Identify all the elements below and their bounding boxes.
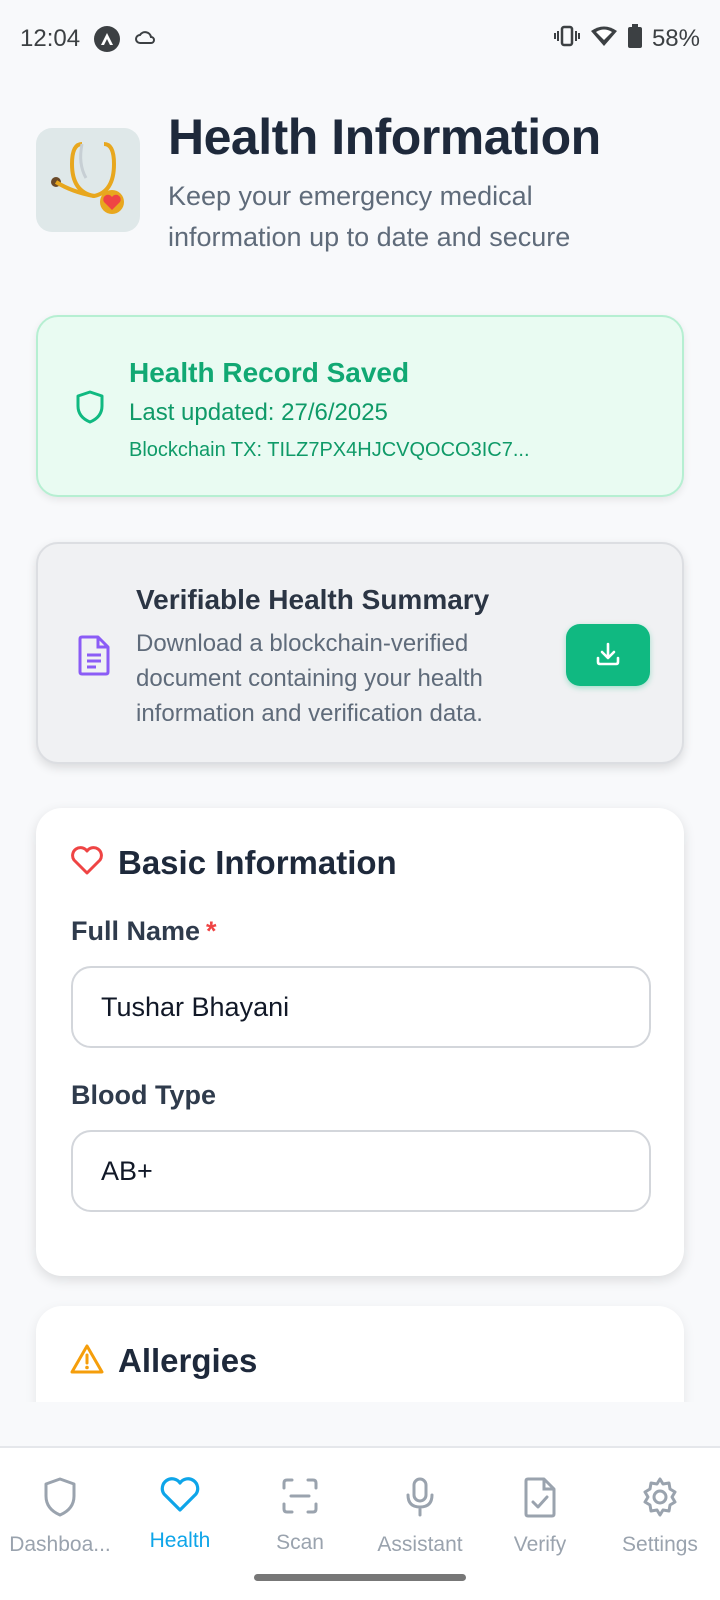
home-indicator[interactable] xyxy=(254,1574,466,1581)
nav-label-assistant: Assistant xyxy=(377,1533,463,1556)
summary-description: Download a blockchain-verified document … xyxy=(136,630,483,727)
last-updated: Last updated: 27/6/2025 xyxy=(129,399,388,426)
allergies-header: Allergies xyxy=(70,1342,257,1380)
nav-item-health[interactable]: Health xyxy=(120,1448,240,1600)
nav-item-verify[interactable]: Verify xyxy=(480,1448,600,1600)
allergies-title: Allergies xyxy=(118,1342,258,1379)
required-asterisk: * xyxy=(206,916,217,946)
battery-percent: 58% xyxy=(651,25,700,52)
nav-item-settings[interactable]: Settings xyxy=(600,1448,720,1600)
shield-icon xyxy=(41,1476,79,1523)
gear-icon xyxy=(639,1476,681,1523)
scan-icon xyxy=(280,1476,320,1521)
page-subtitle: Keep your emergency medical information … xyxy=(168,181,571,252)
nav-item-dashboard[interactable]: Dashboa... xyxy=(0,1448,120,1600)
wifi-icon xyxy=(590,25,618,54)
nav-label-verify: Verify xyxy=(513,1533,567,1556)
heart-icon xyxy=(70,845,104,881)
status-time: 12:04 xyxy=(20,25,81,52)
scroll-clip xyxy=(0,1402,720,1446)
app-notification-icon xyxy=(94,26,121,52)
mic-icon xyxy=(402,1476,438,1523)
record-saved-banner: Health Record Saved Last updated: 27/6/2… xyxy=(36,315,684,497)
file-check-icon xyxy=(522,1476,558,1523)
shield-icon xyxy=(74,389,106,430)
nav-label-scan: Scan xyxy=(276,1531,324,1554)
full-name-label: Full Name * xyxy=(71,916,217,947)
summary-title: Verifiable Health Summary xyxy=(136,584,490,615)
heart-icon xyxy=(159,1476,201,1519)
download-icon xyxy=(595,641,621,670)
blood-type-label: Blood Type xyxy=(71,1080,216,1110)
status-bar: 12:04 58% xyxy=(0,0,720,78)
cloud-icon xyxy=(134,25,156,53)
stethoscope-image xyxy=(36,128,140,232)
battery-icon xyxy=(627,23,642,55)
vibrate-icon xyxy=(553,25,580,54)
document-icon xyxy=(76,634,112,681)
basic-info-title: Basic Information xyxy=(118,844,397,881)
nav-label-dashboard: Dashboa... xyxy=(9,1533,111,1556)
blockchain-tx: Blockchain TX: TILZ7PX4HJCVQOCO3IC7... xyxy=(129,439,530,461)
page-header: Health Information Keep your emergency m… xyxy=(36,108,686,258)
blood-type-input[interactable] xyxy=(71,1130,651,1212)
saved-title: Health Record Saved xyxy=(129,357,410,388)
page-title: Health Information xyxy=(168,109,601,165)
nav-label-settings: Settings xyxy=(622,1533,698,1556)
basic-information-card: Basic Information Full Name* Blood Type xyxy=(36,808,684,1276)
full-name-label-text: Full Name xyxy=(71,916,201,946)
warning-icon xyxy=(70,1343,104,1380)
basic-info-header: Basic Information xyxy=(70,844,397,882)
download-summary-button[interactable] xyxy=(566,624,650,686)
health-summary-card: Verifiable Health Summary Download a blo… xyxy=(36,542,684,764)
nav-label-health: Health xyxy=(149,1529,211,1552)
full-name-input[interactable] xyxy=(71,966,651,1048)
